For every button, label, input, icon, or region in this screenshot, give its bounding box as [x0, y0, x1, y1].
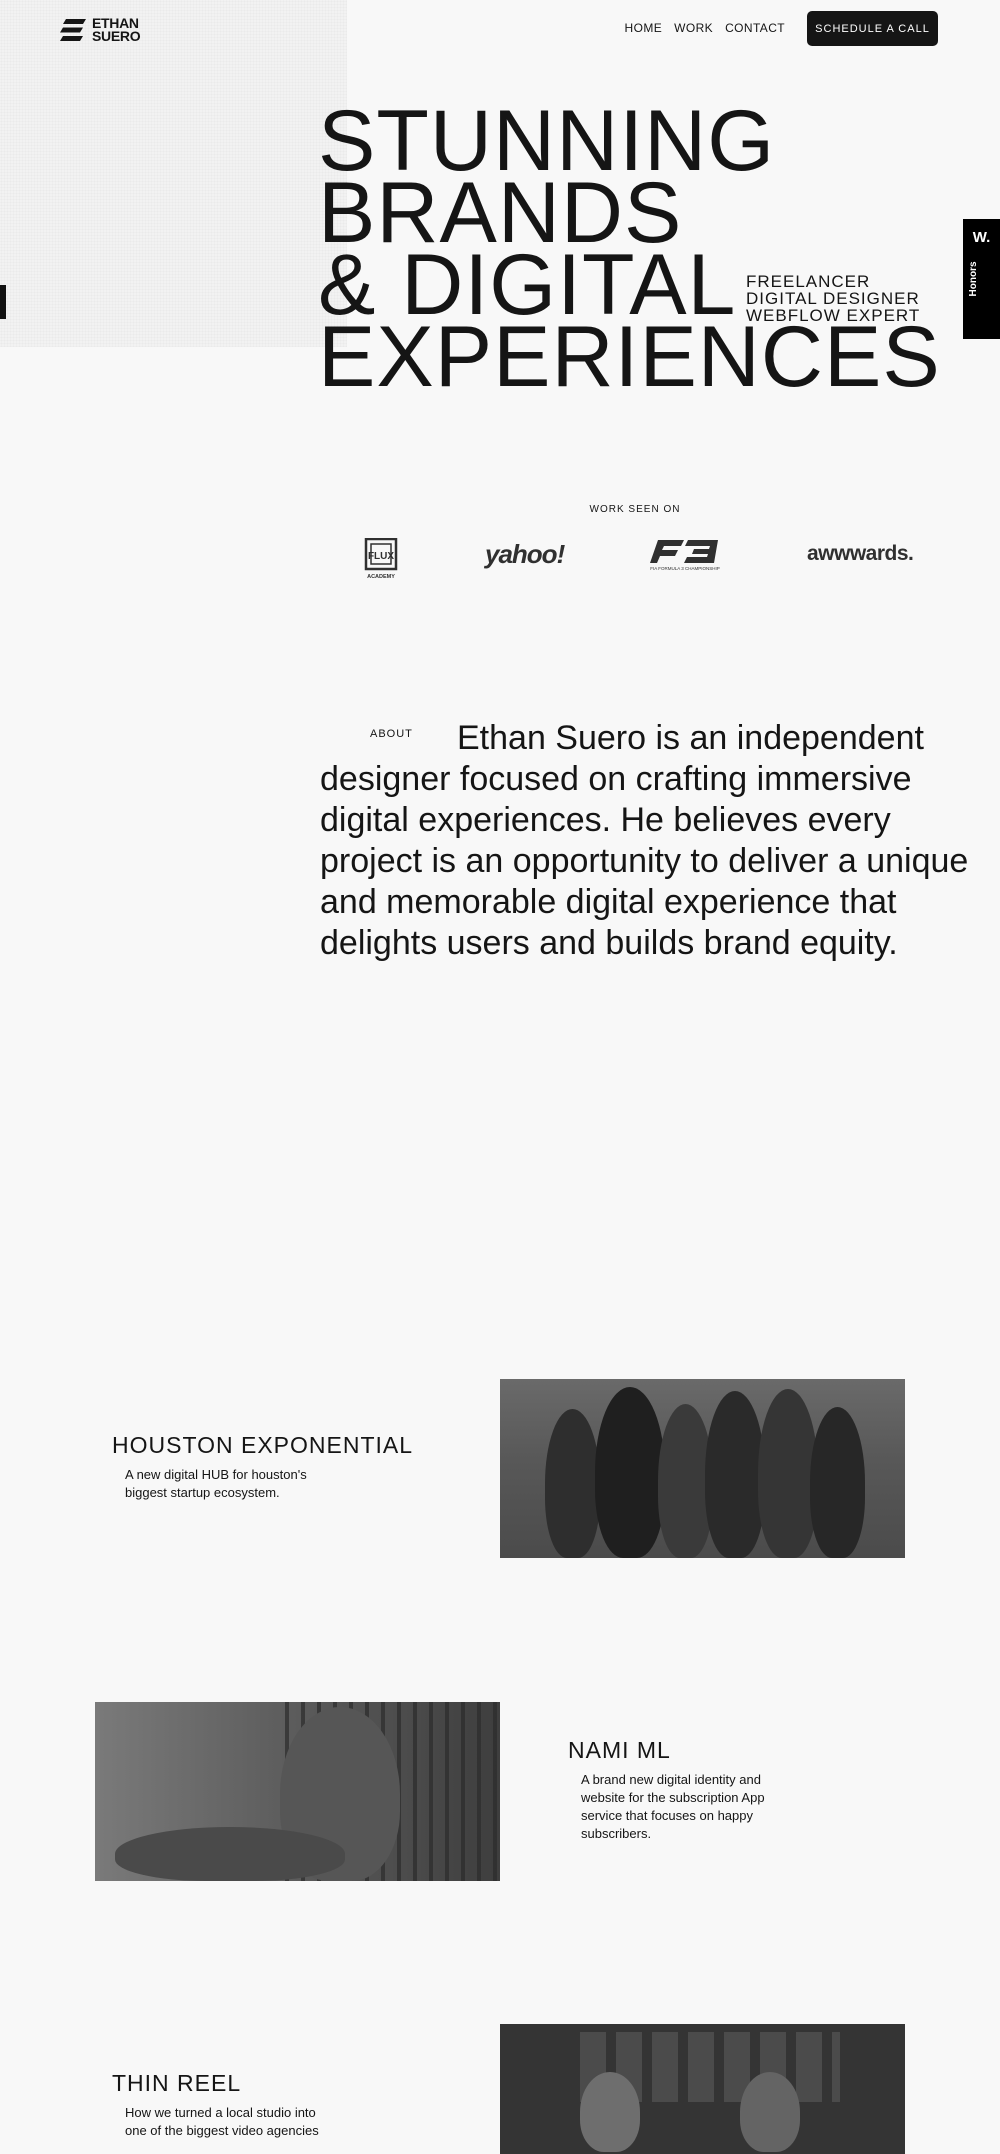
honors-label: Honors: [968, 261, 979, 297]
main-nav: HOME WORK CONTACT: [625, 21, 785, 35]
brand-logos: FLUX ACADEMY yahoo! FIA FORMULA 3 CHAMPI…: [360, 535, 914, 580]
logo[interactable]: ETHAN SUERO: [60, 16, 141, 44]
logo-line-2: SUERO: [92, 28, 141, 44]
project-description: A new digital HUB for houston's biggest …: [125, 1467, 307, 1500]
houston-exponential-image[interactable]: [500, 1379, 905, 1558]
role-digital-designer: DIGITAL DESIGNER: [746, 289, 920, 308]
project-description: A brand new digital identity and website…: [581, 1772, 765, 1841]
logo-text: ETHAN SUERO: [92, 16, 141, 44]
about-text: Ethan Suero is an independent designer f…: [320, 719, 969, 962]
project-title[interactable]: HOUSTON EXPONENTIAL: [112, 1432, 413, 1459]
hero-headline: STUNNING BRANDS & DIGITAL EXPERIENCES: [318, 98, 941, 405]
seen-on-label: WORK SEEN ON: [589, 504, 681, 515]
yahoo-logo: yahoo!: [485, 539, 565, 569]
f3-logo: FIA FORMULA 3 CHAMPIONSHIP: [650, 540, 720, 571]
flux-caption: ACADEMY: [367, 574, 395, 580]
side-tab[interactable]: [0, 285, 6, 319]
logo-mark-icon: [60, 19, 86, 41]
project-title[interactable]: THIN REEL: [112, 2070, 241, 2097]
schedule-call-button[interactable]: SCHEDULE A CALL: [807, 11, 938, 46]
f3-caption: FIA FORMULA 3 CHAMPIONSHIP: [650, 566, 720, 571]
nav-home[interactable]: HOME: [625, 21, 663, 35]
nav-contact[interactable]: CONTACT: [725, 21, 785, 35]
project-title[interactable]: NAMI ML: [568, 1737, 671, 1764]
thin-reel-image[interactable]: [500, 2024, 905, 2154]
nav-work[interactable]: WORK: [674, 21, 713, 35]
flux-academy-logo: FLUX ACADEMY: [364, 538, 398, 580]
hero-roles: FREELANCER DIGITAL DESIGNER WEBFLOW EXPE…: [746, 273, 920, 324]
awwwards-logo: awwwards.: [807, 542, 914, 565]
texture-panel: [0, 0, 347, 347]
honors-badge[interactable]: W. Honors: [963, 219, 1000, 339]
role-freelancer: FREELANCER: [746, 272, 871, 291]
svg-text:FLUX: FLUX: [368, 551, 394, 562]
hero-line-4: EXPERIENCES: [318, 309, 941, 405]
role-webflow-expert: WEBFLOW EXPERT: [746, 306, 921, 325]
nami-ml-image[interactable]: [95, 1702, 500, 1881]
project-description: How we turned a local studio into one of…: [125, 2105, 319, 2138]
